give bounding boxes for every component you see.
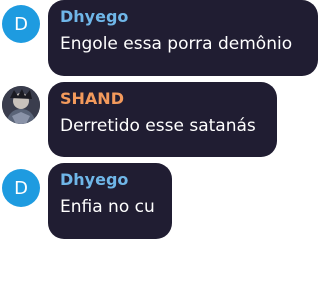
message-text: Engole essa porra demônio — [60, 34, 293, 54]
avatar-shand[interactable] — [2, 86, 40, 124]
message-bubble[interactable]: Dhyego Enfia no cu — [48, 163, 172, 239]
message-text: Derretido esse satanás — [60, 116, 256, 136]
avatar-dhyego[interactable]: D — [2, 169, 40, 207]
avatar-letter: D — [14, 13, 28, 35]
sender-name[interactable]: SHAND — [60, 89, 265, 109]
avatar-letter: D — [14, 177, 28, 199]
message-bubble[interactable]: SHAND Derretido esse satanás — [48, 82, 277, 157]
message-text: Enfia no cu — [60, 197, 155, 217]
sender-name[interactable]: Dhyego — [60, 170, 160, 190]
sender-name[interactable]: Dhyego — [60, 7, 306, 27]
avatar-photo-icon — [2, 86, 40, 124]
avatar-dhyego[interactable]: D — [2, 5, 40, 43]
message-bubble[interactable]: Dhyego Engole essa porra demônio — [48, 0, 318, 76]
